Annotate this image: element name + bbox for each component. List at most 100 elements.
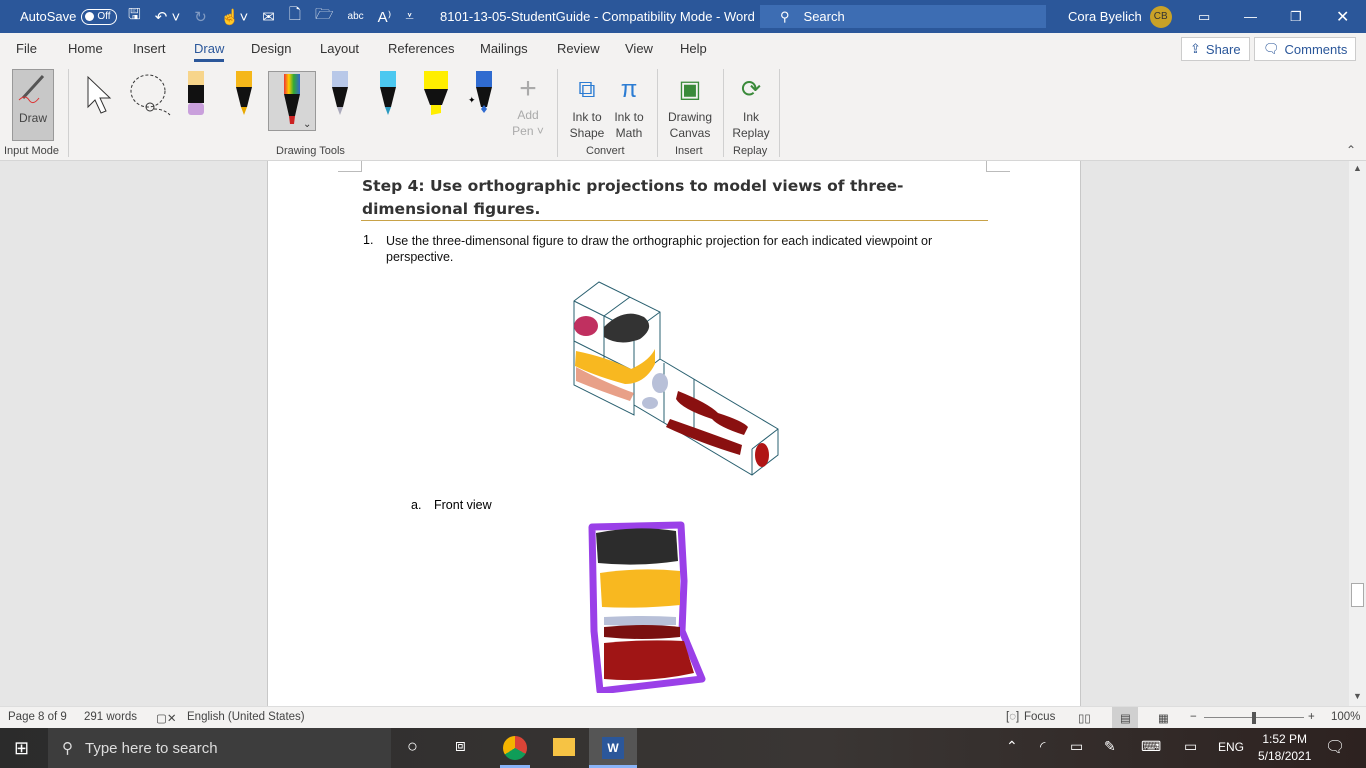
vertical-scrollbar[interactable]: ▲ ▼	[1349, 161, 1366, 706]
network-icon[interactable]: ◜	[1040, 738, 1045, 755]
share-button[interactable]: ⇪ Share	[1181, 37, 1250, 61]
language[interactable]: English (United States)	[187, 711, 305, 723]
focus-icon[interactable]: [◌]	[1006, 711, 1019, 723]
galaxy-pen-icon[interactable]: ✦	[468, 71, 496, 117]
page-count[interactable]: Page 8 of 9	[8, 711, 67, 723]
spelling-icon[interactable]: abc	[348, 11, 364, 22]
tab-draw[interactable]: Draw	[194, 41, 225, 62]
close-button[interactable]: ✕	[1336, 0, 1349, 33]
tab-insert[interactable]: Insert	[133, 41, 166, 56]
search-placeholder: Search	[803, 9, 845, 24]
gold-pen-icon[interactable]	[234, 71, 254, 117]
customize-toolbar-icon[interactable]: ⩡	[405, 8, 413, 25]
pencil-pen-icon[interactable]	[186, 71, 206, 117]
ribbon-tabs: File Home Insert Draw Design Layout Refe…	[0, 33, 1366, 65]
ribbon-display-icon[interactable]: ▭	[1198, 0, 1210, 33]
three-d-figure-drawing	[573, 281, 779, 476]
rainbow-pen-button[interactable]: ⌄	[268, 71, 316, 131]
show-hidden-icons[interactable]: ⌃	[1006, 738, 1018, 755]
word-taskbar-button[interactable]: W	[589, 728, 637, 768]
touch-keyboard-icon[interactable]: ⌨	[1141, 738, 1161, 755]
tab-file[interactable]: File	[16, 41, 37, 56]
clock[interactable]: 1:52 PM 5/18/2021	[1258, 731, 1311, 765]
input-language[interactable]: ENG	[1218, 740, 1244, 754]
highlighter-icon[interactable]	[422, 71, 450, 117]
zoom-in-button[interactable]: +	[1308, 711, 1315, 723]
restore-button[interactable]: ❐	[1290, 0, 1302, 33]
zoom-out-button[interactable]: −	[1190, 711, 1197, 723]
search-box[interactable]: ⚲ Search	[760, 5, 1046, 28]
battery-icon[interactable]: ▭	[1070, 738, 1083, 755]
add-pen-button[interactable]: + Add Pen ˅	[510, 71, 546, 139]
task-view-icon[interactable]: ⧈	[455, 736, 466, 756]
touch-mode-icon[interactable]: ☝˅	[221, 8, 248, 26]
comments-label: Comments	[1284, 41, 1348, 57]
ink-replay-button[interactable]: ⟳ Ink Replay	[730, 71, 772, 141]
file-explorer-icon[interactable]	[553, 738, 575, 756]
ink-to-shape-button[interactable]: ⧉ Ink to Shape	[566, 71, 608, 141]
web-layout-icon[interactable]: ▦	[1158, 711, 1169, 725]
save-icon[interactable]: 🖫	[128, 4, 141, 29]
drawing-canvas-button[interactable]: ▣ Drawing Canvas	[664, 71, 716, 141]
display-icon[interactable]: ▭	[1184, 738, 1197, 755]
lasso-select-icon[interactable]	[128, 73, 174, 119]
ink-replay-label-2: Replay	[732, 126, 770, 140]
search-icon: ⚲	[62, 740, 73, 757]
blue-pen-icon[interactable]	[378, 71, 398, 117]
taskbar-search[interactable]: ⚲ Type here to search	[48, 728, 391, 768]
minimize-button[interactable]: —	[1244, 0, 1257, 33]
comment-icon: 🗨	[1263, 41, 1280, 56]
notifications-icon[interactable]: 🗨	[1325, 737, 1345, 757]
scroll-thumb[interactable]	[1351, 583, 1364, 607]
section-heading: Step 4: Use orthographic projections to …	[362, 177, 904, 218]
autosave-label: AutoSave	[20, 9, 77, 24]
windows-start-icon[interactable]: ⊞	[14, 738, 29, 759]
comments-button[interactable]: 🗨 Comments	[1254, 37, 1357, 61]
svg-text:⌄: ⌄	[303, 119, 311, 130]
document-area: Step 4: Use orthographic projections to …	[0, 161, 1349, 706]
email-icon[interactable]: ✉	[262, 8, 275, 26]
tab-view[interactable]: View	[625, 41, 653, 56]
taskbar-search-placeholder: Type here to search	[85, 739, 218, 757]
zoom-slider-thumb[interactable]	[1252, 712, 1256, 724]
pen-workspace-icon[interactable]: ✎	[1104, 738, 1116, 755]
tab-home[interactable]: Home	[68, 41, 103, 56]
redo-icon[interactable]: ↻	[194, 8, 207, 26]
group-insert: Insert	[675, 145, 703, 157]
print-layout-icon[interactable]: ▤	[1112, 707, 1138, 728]
tab-layout[interactable]: Layout	[320, 41, 359, 56]
drawing-canvas-label-1: Drawing	[667, 110, 712, 124]
tab-review[interactable]: Review	[557, 41, 600, 56]
proofing-icon[interactable]: ▢✕	[156, 711, 177, 725]
sub-item-letter: a.	[411, 498, 422, 512]
pen-icon	[18, 74, 45, 104]
ink-to-math-button[interactable]: π Ink to Math	[610, 71, 648, 141]
collapse-ribbon-icon[interactable]: ⌃	[1346, 143, 1356, 157]
tab-references[interactable]: References	[388, 41, 454, 56]
tab-design[interactable]: Design	[251, 41, 291, 56]
zoom-level[interactable]: 100%	[1331, 711, 1360, 723]
avatar[interactable]: CB	[1149, 5, 1172, 28]
heading-rule	[361, 220, 988, 221]
read-mode-icon[interactable]: ▯▯	[1078, 711, 1091, 725]
open-icon[interactable]: 🗁	[315, 4, 334, 29]
word-count[interactable]: 291 words	[84, 711, 137, 723]
draw-mode-button[interactable]: Draw	[12, 69, 54, 141]
select-arrow-icon[interactable]	[84, 73, 116, 117]
scroll-up-icon[interactable]: ▲	[1353, 163, 1362, 173]
item-text: Use the three-dimensonal figure to draw …	[386, 234, 933, 264]
tab-mailings[interactable]: Mailings	[480, 41, 528, 56]
new-file-icon[interactable]: 🗋	[289, 4, 301, 29]
document-title: 8101-13-05-StudentGuide - Compatibility …	[440, 9, 755, 24]
chrome-icon[interactable]	[503, 736, 527, 760]
scroll-down-icon[interactable]: ▼	[1353, 691, 1362, 701]
cortana-icon[interactable]: ○	[407, 736, 418, 757]
undo-icon[interactable]: ↶ ˅	[155, 8, 181, 26]
focus-button[interactable]: Focus	[1024, 711, 1055, 723]
tab-help[interactable]: Help	[680, 41, 707, 56]
ink-replay-icon: ⟳	[740, 76, 762, 103]
silver-pen-icon[interactable]	[330, 71, 350, 117]
page[interactable]: Step 4: Use orthographic projections to …	[267, 161, 1081, 706]
autosave-toggle[interactable]: AutoSave Off	[20, 0, 118, 33]
read-aloud-icon[interactable]: A⁾	[378, 8, 392, 26]
